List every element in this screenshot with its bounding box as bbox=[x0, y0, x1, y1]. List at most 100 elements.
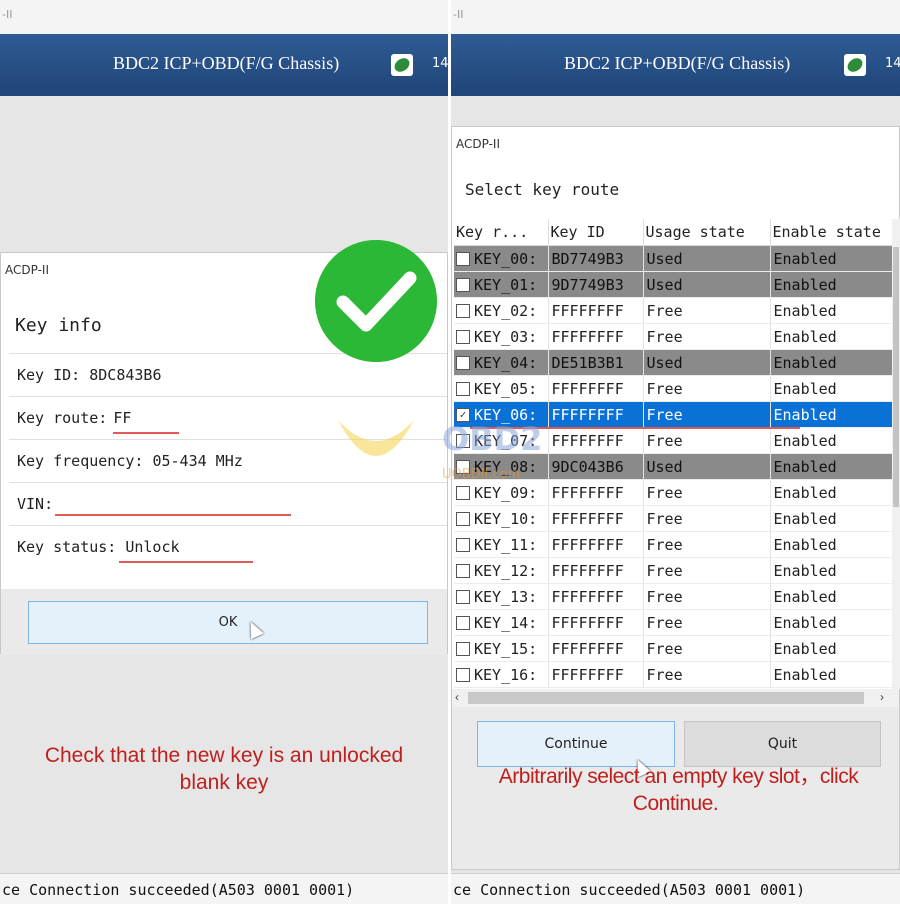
key-route-cell[interactable]: KEY_14: bbox=[454, 609, 549, 636]
vin-underline bbox=[55, 514, 291, 516]
key-route-cell-content: ✓ KEY_06: bbox=[454, 402, 547, 427]
key-route-cell-content: KEY_03: bbox=[454, 324, 547, 349]
key-id-cell: FFFFFFFF bbox=[548, 479, 644, 506]
checkbox[interactable] bbox=[456, 641, 470, 656]
quit-button[interactable]: Quit bbox=[684, 721, 881, 767]
column-header-enable-state[interactable]: Enable state bbox=[770, 219, 892, 246]
table-row[interactable]: KEY_09: FFFFFFFF Free Enabled bbox=[454, 479, 892, 506]
ok-button[interactable]: OK bbox=[28, 601, 428, 644]
window-title-strip: -II bbox=[0, 0, 448, 34]
checkbox[interactable] bbox=[456, 329, 470, 344]
key-route-cell[interactable]: KEY_16: bbox=[454, 661, 549, 688]
key-route-cell[interactable]: KEY_09: bbox=[454, 479, 549, 506]
window-tab-text: -II bbox=[453, 8, 464, 21]
column-header-key-route[interactable]: Key r... bbox=[454, 219, 549, 246]
scroll-left-arrow-icon[interactable]: ‹ bbox=[455, 690, 459, 704]
right-screenshot-panel: -II BDC2 ICP+OBD(F/G Chassis) 14 ACDP-II… bbox=[451, 0, 900, 904]
checkbox[interactable] bbox=[456, 511, 470, 526]
key-route-cell[interactable]: KEY_01: bbox=[454, 271, 549, 298]
key-route-label: KEY_09: bbox=[474, 483, 538, 502]
horizontal-scrollbar[interactable]: ‹ › bbox=[452, 689, 899, 707]
table-row[interactable]: KEY_01: 9D7749B3 Used Enabled bbox=[454, 271, 892, 298]
header-number: 14 bbox=[432, 56, 448, 71]
table-row[interactable]: KEY_08: 9DC043B6 Used Enabled bbox=[454, 453, 892, 480]
checkbox[interactable] bbox=[456, 277, 470, 292]
key-route-label: KEY_16: bbox=[474, 665, 538, 684]
header-title: BDC2 ICP+OBD(F/G Chassis) bbox=[113, 53, 340, 73]
key-route-cell[interactable]: KEY_04: bbox=[454, 349, 549, 376]
key-route-cell[interactable]: KEY_02: bbox=[454, 297, 549, 324]
scroll-right-arrow-icon[interactable]: › bbox=[880, 690, 884, 704]
checkbox[interactable] bbox=[456, 563, 470, 578]
table-row[interactable]: KEY_16: FFFFFFFF Free Enabled bbox=[454, 661, 892, 688]
key-info-title: Key info bbox=[15, 315, 102, 336]
table-row[interactable]: KEY_14: FFFFFFFF Free Enabled bbox=[454, 609, 892, 636]
vin-label: VIN: bbox=[17, 495, 54, 513]
usage-state-cell: Free bbox=[643, 323, 771, 350]
key-route-cell[interactable]: KEY_10: bbox=[454, 505, 549, 532]
enable-state-cell: Enabled bbox=[770, 453, 892, 480]
table-row[interactable]: KEY_13: FFFFFFFF Free Enabled bbox=[454, 583, 892, 610]
checkbox[interactable] bbox=[456, 485, 470, 500]
usage-state-cell: Used bbox=[643, 271, 771, 298]
checkbox[interactable] bbox=[456, 303, 470, 318]
key-id-cell: FFFFFFFF bbox=[548, 661, 644, 688]
leaf-badge-icon bbox=[844, 54, 866, 76]
table-row[interactable]: KEY_02: FFFFFFFF Free Enabled bbox=[454, 297, 892, 324]
key-id-cell: DE51B3B1 bbox=[548, 349, 644, 376]
key-route-label: KEY_10: bbox=[474, 509, 538, 528]
key-route-cell-content: KEY_02: bbox=[454, 298, 547, 323]
checkbox[interactable] bbox=[456, 537, 470, 552]
dialog-button-area: OK bbox=[1, 589, 447, 655]
usage-state-cell: Free bbox=[643, 297, 771, 324]
key-route-cell[interactable]: KEY_15: bbox=[454, 635, 549, 662]
key-status-value: Unlock bbox=[125, 538, 180, 556]
key-route-label: KEY_01: bbox=[474, 275, 538, 294]
checked-checkbox-icon[interactable]: ✓ bbox=[456, 407, 470, 422]
table-row[interactable]: KEY_10: FFFFFFFF Free Enabled bbox=[454, 505, 892, 532]
table-row[interactable]: KEY_07: FFFFFFFF Free Enabled bbox=[454, 427, 892, 454]
key-route-label: Key route: bbox=[17, 409, 108, 427]
key-route-cell[interactable]: KEY_13: bbox=[454, 583, 549, 610]
key-route-cell[interactable]: KEY_03: bbox=[454, 323, 549, 350]
table-row[interactable]: KEY_03: FFFFFFFF Free Enabled bbox=[454, 323, 892, 350]
table-row[interactable]: KEY_04: DE51B3B1 Used Enabled bbox=[454, 349, 892, 376]
checkbox[interactable] bbox=[456, 667, 470, 682]
checkbox[interactable] bbox=[456, 381, 470, 396]
usage-state-cell: Free bbox=[643, 531, 771, 558]
dialog-caption: ACDP-II bbox=[5, 263, 49, 277]
key-route-cell[interactable]: KEY_11: bbox=[454, 531, 549, 558]
checkbox[interactable] bbox=[456, 355, 470, 370]
key-route-cell[interactable]: KEY_07: bbox=[454, 427, 549, 454]
checkbox[interactable] bbox=[456, 433, 470, 448]
table-row[interactable]: KEY_15: FFFFFFFF Free Enabled bbox=[454, 635, 892, 662]
usage-state-cell: Free bbox=[643, 479, 771, 506]
key-route-cell[interactable]: KEY_12: bbox=[454, 557, 549, 584]
table-row[interactable]: KEY_11: FFFFFFFF Free Enabled bbox=[454, 531, 892, 558]
table-header-row: Key r... Key ID Usage state Enable state bbox=[454, 219, 892, 246]
horizontal-scrollbar-thumb[interactable] bbox=[468, 692, 864, 704]
table-row[interactable]: KEY_05: FFFFFFFF Free Enabled bbox=[454, 375, 892, 402]
usage-state-cell: Free bbox=[643, 505, 771, 532]
key-route-label: KEY_14: bbox=[474, 613, 538, 632]
column-header-usage-state[interactable]: Usage state bbox=[643, 219, 771, 246]
status-bar: ce Connection succeeded(A503 0001 0001) bbox=[0, 873, 448, 904]
key-status-label: Key status: bbox=[17, 538, 117, 556]
table-row[interactable]: ✓ KEY_06: FFFFFFFF Free Enabled bbox=[454, 401, 892, 428]
key-route-table: Key r... Key ID Usage state Enable state… bbox=[454, 219, 892, 688]
key-route-cell[interactable]: ✓ KEY_06: bbox=[454, 401, 549, 428]
vertical-scrollbar-thumb[interactable] bbox=[893, 247, 899, 507]
key-frequency-row: Key frequency: 05-434 MHz bbox=[9, 439, 447, 482]
checkbox[interactable] bbox=[456, 589, 470, 604]
checkbox[interactable] bbox=[456, 251, 470, 266]
table-row[interactable]: KEY_00: BD7749B3 Used Enabled bbox=[454, 245, 892, 272]
column-header-key-id[interactable]: Key ID bbox=[548, 219, 644, 246]
table-row[interactable]: KEY_12: FFFFFFFF Free Enabled bbox=[454, 557, 892, 584]
key-route-cell[interactable]: KEY_05: bbox=[454, 375, 549, 402]
checkbox[interactable] bbox=[456, 459, 470, 474]
key-route-cell[interactable]: KEY_00: bbox=[454, 245, 549, 272]
key-route-cell[interactable]: KEY_08: bbox=[454, 453, 549, 480]
checkbox[interactable] bbox=[456, 615, 470, 630]
enable-state-cell: Enabled bbox=[770, 583, 892, 610]
vertical-scrollbar[interactable] bbox=[892, 219, 900, 689]
